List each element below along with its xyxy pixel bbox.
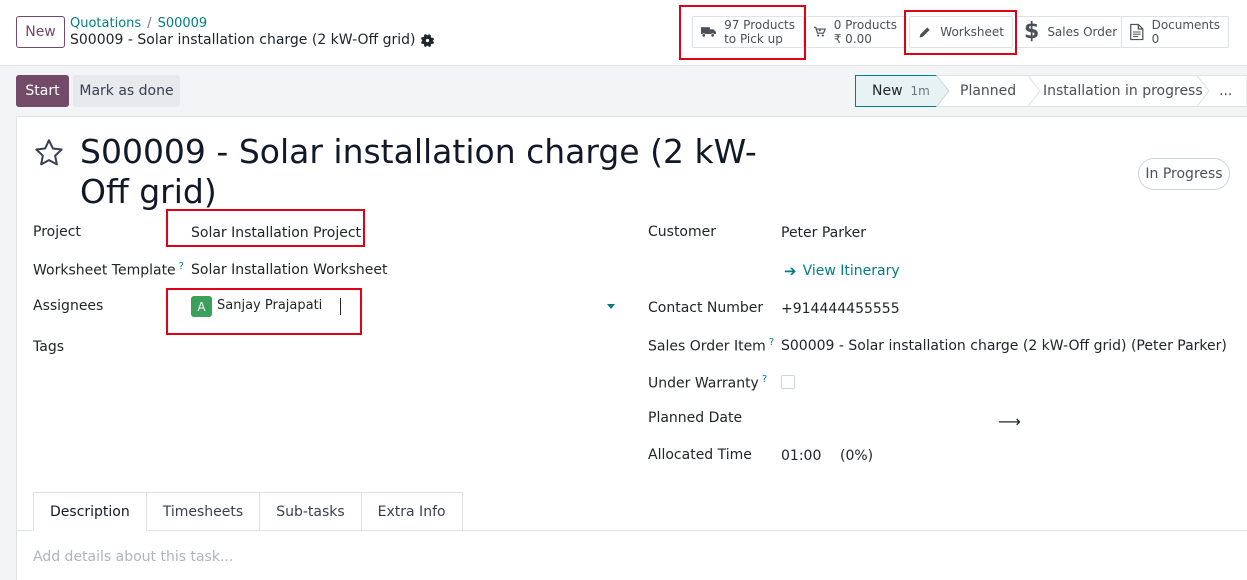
sales-order-item-field[interactable]: S00009 - Solar installation charge (2 kW… xyxy=(781,338,1227,354)
breadcrumb-quotations[interactable]: Quotations xyxy=(70,16,141,31)
control-panel: New Quotations / S00009 S00009 - Solar ins… xyxy=(0,0,1247,66)
allocated-time-percent: (0%) xyxy=(840,448,874,464)
products-button[interactable]: 0 Products ₹ 0.00 xyxy=(806,16,906,48)
products-to-pickup-button[interactable]: 97 Products to Pick up xyxy=(692,16,804,48)
project-field[interactable]: Solar Installation Project xyxy=(191,225,361,241)
arrow-right-icon: ➔ xyxy=(784,262,797,280)
stage-planned[interactable]: Planned xyxy=(960,83,1016,99)
documents-label: Documents xyxy=(1151,18,1220,32)
help-icon[interactable]: ? xyxy=(179,261,184,272)
tab-timesheets[interactable]: Timesheets xyxy=(146,492,261,531)
tab-sub-tasks[interactable]: Sub-tasks xyxy=(260,492,362,531)
record-title: S00009 - Solar installation charge (2 kW… xyxy=(70,32,434,48)
worksheet-label: Worksheet xyxy=(940,25,1004,39)
chevron-down-icon[interactable] xyxy=(607,304,615,309)
customer-field[interactable]: Peter Parker xyxy=(781,225,866,241)
breadcrumb-separator: / xyxy=(147,16,152,31)
contact-number-field[interactable]: +914444455555 xyxy=(781,301,900,317)
worksheet-button[interactable]: Worksheet xyxy=(909,16,1013,48)
under-warranty-checkbox[interactable] xyxy=(781,375,795,389)
planned-date-label: Planned Date xyxy=(648,410,743,426)
gear-icon[interactable] xyxy=(420,33,434,47)
view-itinerary-label: View Itinerary xyxy=(802,263,900,279)
tab-description[interactable]: Description xyxy=(33,492,147,531)
stage-more[interactable]: ... xyxy=(1219,83,1232,99)
document-icon xyxy=(1130,23,1144,41)
products-count: 0 Products xyxy=(833,18,897,32)
new-button[interactable]: New xyxy=(16,16,65,48)
products-amount: ₹ 0.00 xyxy=(833,32,872,46)
pencil-icon xyxy=(919,26,931,38)
sales-order-item-label-text: Sales Order Item xyxy=(648,338,766,355)
pickup-text: 97 Products to Pick up xyxy=(724,18,795,46)
help-icon[interactable]: ? xyxy=(769,337,774,348)
truck-icon xyxy=(701,27,717,38)
pickup-caption: to Pick up xyxy=(724,32,783,46)
stage-new[interactable]: New 1m xyxy=(872,83,930,99)
status-badge[interactable]: In Progress xyxy=(1138,158,1230,190)
allocated-time-label: Allocated Time xyxy=(648,447,752,463)
breadcrumb: Quotations / S00009 xyxy=(70,16,207,31)
view-itinerary-link[interactable]: ➔ View Itinerary xyxy=(784,262,900,280)
pickup-count: 97 Products xyxy=(724,18,795,32)
assignee-tag[interactable]: Sanjay Prajapati xyxy=(217,298,322,313)
text-cursor xyxy=(340,298,341,315)
help-icon[interactable]: ? xyxy=(762,374,767,385)
task-title[interactable]: S00009 - Solar installation charge (2 kW… xyxy=(80,132,780,212)
allocated-time-field[interactable]: 01:00 xyxy=(781,448,821,464)
start-button[interactable]: Start xyxy=(16,75,69,107)
sales-order-label: Sales Order xyxy=(1047,25,1118,39)
under-warranty-label-text: Under Warranty xyxy=(648,375,759,392)
customer-label: Customer xyxy=(648,224,717,240)
avatar: A xyxy=(191,296,212,317)
sales-order-item-label: Sales Order Item? xyxy=(648,337,774,355)
products-text: 0 Products ₹ 0.00 xyxy=(834,18,897,46)
worksheet-template-label: Worksheet Template? xyxy=(33,261,184,279)
arrow-right-icon: ⟶ xyxy=(998,412,1021,431)
documents-button[interactable]: Documents 0 xyxy=(1121,16,1229,48)
contact-number-label: Contact Number xyxy=(648,300,764,316)
dollar-icon: $ xyxy=(1024,19,1040,44)
description-editor[interactable]: Add details about this task... xyxy=(33,549,233,565)
sales-order-button[interactable]: $ Sales Order xyxy=(1016,16,1122,48)
assignees-label: Assignees xyxy=(33,298,104,314)
record-title-text: S00009 - Solar installation charge (2 kW… xyxy=(70,32,416,48)
star-icon[interactable] xyxy=(32,137,66,169)
worksheet-template-label-text: Worksheet Template xyxy=(33,262,176,279)
worksheet-template-field[interactable]: Solar Installation Worksheet xyxy=(191,262,387,278)
project-label: Project xyxy=(33,224,81,240)
stage-new-duration: 1m xyxy=(910,84,930,98)
tags-label: Tags xyxy=(33,339,64,355)
mark-as-done-button[interactable]: Mark as done xyxy=(73,75,180,107)
stage-new-label: New xyxy=(872,83,903,99)
tab-extra-info[interactable]: Extra Info xyxy=(361,492,463,531)
documents-count: 0 xyxy=(1151,32,1160,46)
documents-text: Documents 0 xyxy=(1152,18,1220,46)
under-warranty-label: Under Warranty? xyxy=(648,374,767,392)
stage-installation-in-progress[interactable]: Installation in progress xyxy=(1043,83,1203,99)
notebook-tabs: Description Timesheets Sub-tasks Extra I… xyxy=(33,492,463,531)
cart-icon xyxy=(814,26,826,37)
breadcrumb-order[interactable]: S00009 xyxy=(158,16,208,31)
